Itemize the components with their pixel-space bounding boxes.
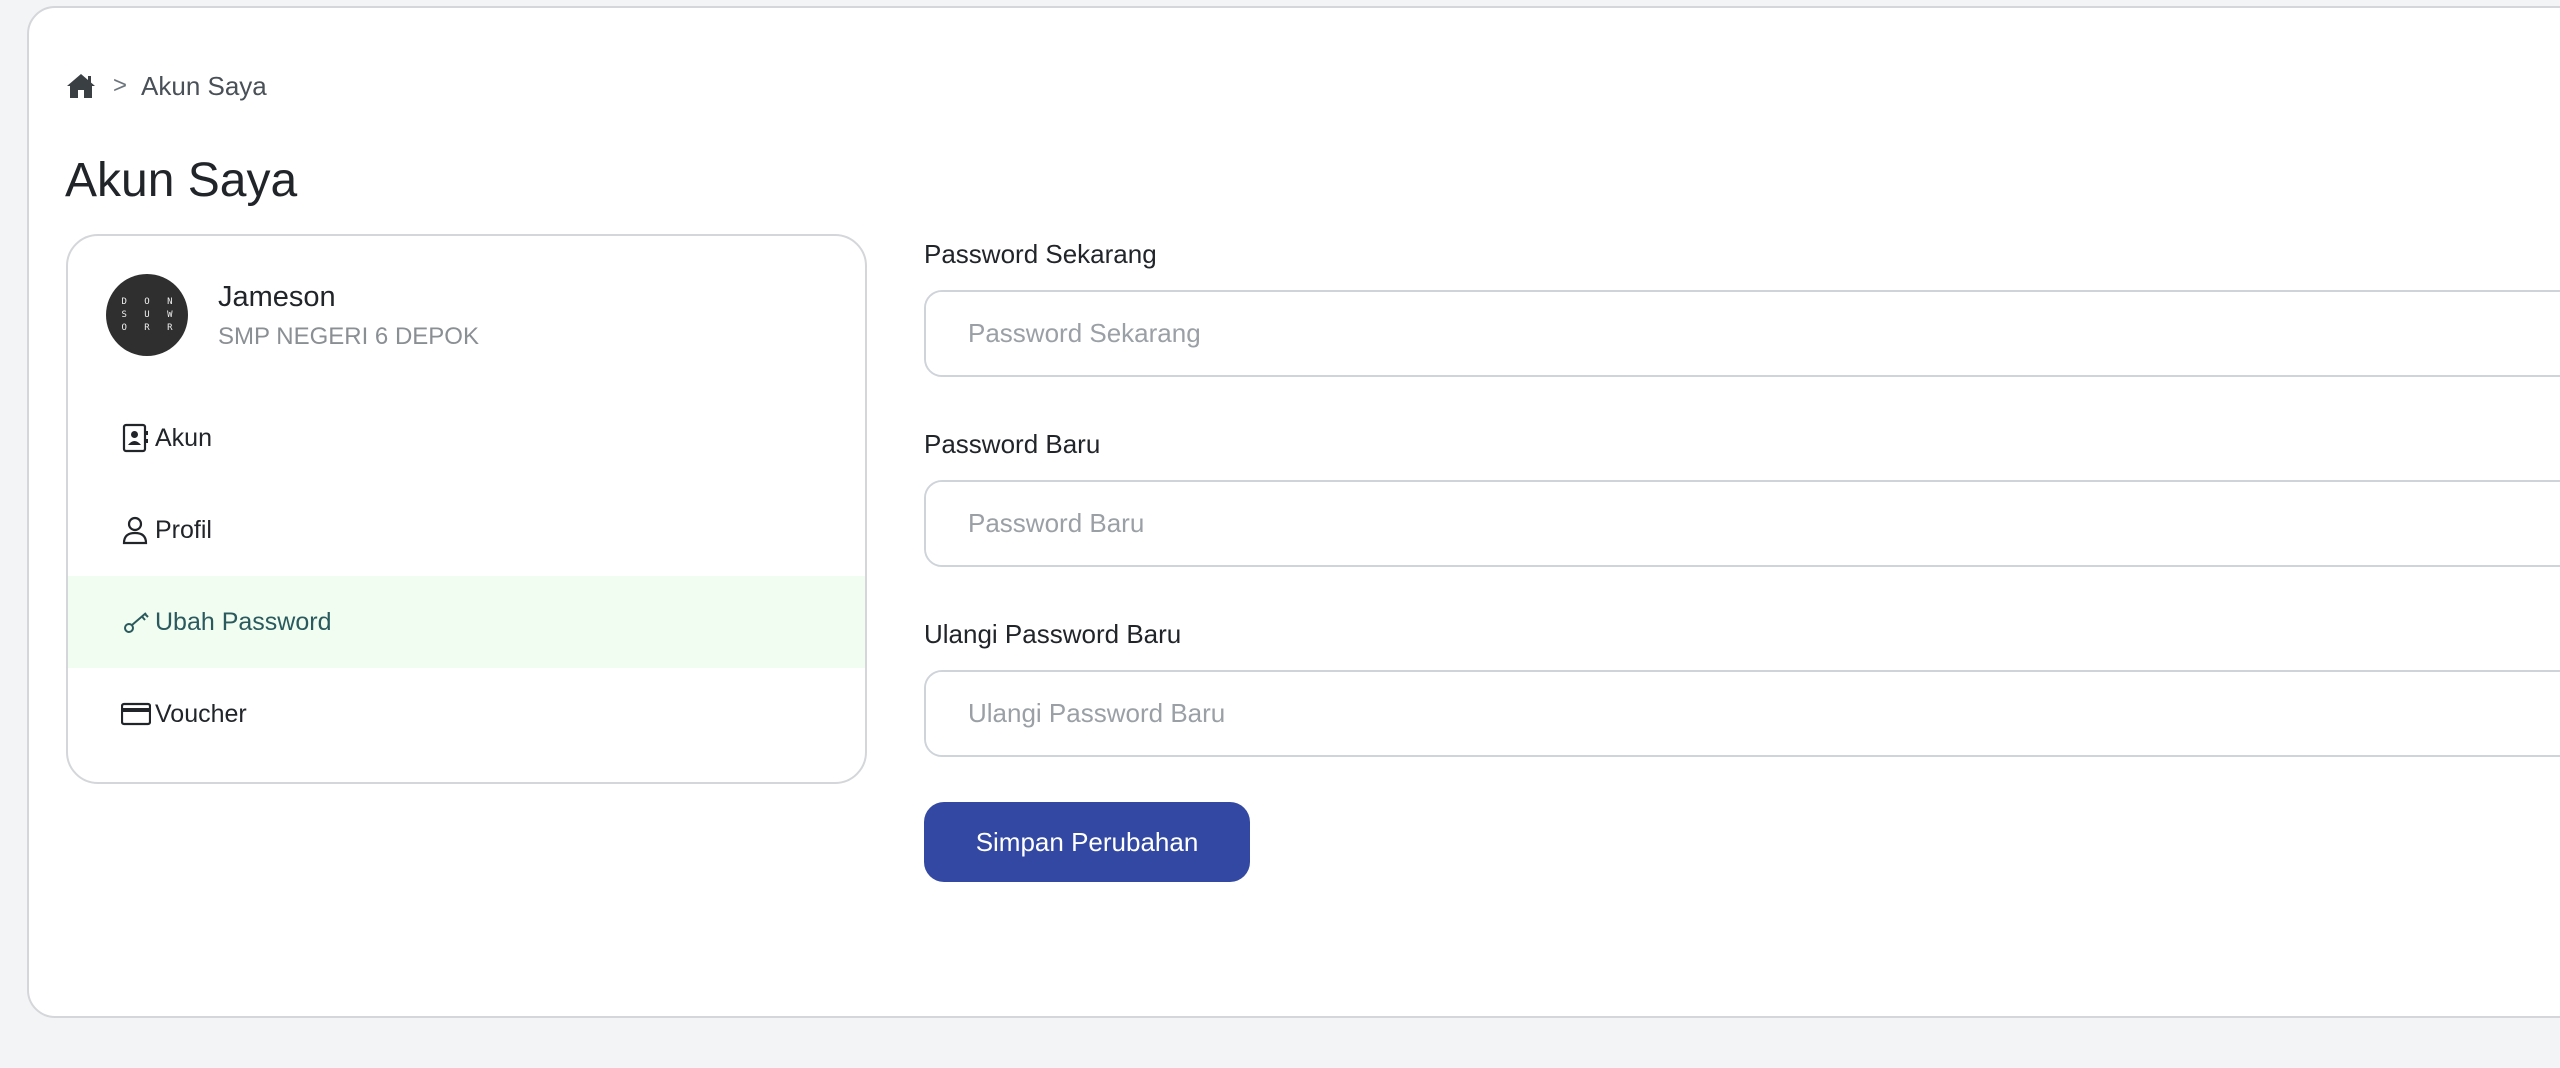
new-password-group: [924, 480, 2560, 567]
new-password-block: Password Baru: [924, 426, 2560, 616]
breadcrumb-separator: >: [113, 72, 128, 99]
avatar-text-line: D O N: [121, 297, 179, 307]
profile-card: D O N S U W O R R Jameson SMP NEGERI 6 D…: [66, 234, 867, 784]
menu-item-profil[interactable]: Profil: [68, 484, 865, 576]
menu-item-label: Ubah Password: [155, 607, 332, 636]
change-password-form: Password Sekarang Password Baru Ulangi P…: [924, 236, 2560, 882]
menu-item-label: Profil: [155, 515, 212, 544]
home-icon[interactable]: [65, 72, 97, 100]
menu-item-voucher[interactable]: Voucher: [68, 668, 865, 760]
user-name: Jameson: [218, 281, 336, 313]
page-title: Akun Saya: [65, 154, 298, 207]
avatar-text-line: O R R: [121, 323, 179, 333]
save-button[interactable]: Simpan Perubahan: [924, 802, 1250, 882]
current-password-label: Password Sekarang: [924, 239, 1157, 269]
avatar: D O N S U W O R R: [106, 274, 188, 356]
new-password-label: Password Baru: [924, 429, 1101, 459]
user-school: SMP NEGERI 6 DEPOK: [218, 323, 479, 350]
menu-item-akun[interactable]: Akun: [68, 392, 865, 484]
current-password-block: Password Sekarang: [924, 236, 2560, 426]
account-menu: Akun Profil Ubah Password Voucher: [68, 392, 865, 760]
avatar-text-line: S U W: [121, 310, 179, 320]
key-icon: [124, 612, 149, 633]
menu-item-label: Akun: [155, 423, 212, 452]
credit-card-icon: [121, 702, 151, 726]
repeat-password-input[interactable]: [926, 672, 2560, 755]
user-header: D O N S U W O R R Jameson SMP NEGERI 6 D…: [106, 274, 479, 356]
menu-item-ubah-password[interactable]: Ubah Password: [68, 576, 865, 668]
current-password-group: [924, 290, 2560, 377]
breadcrumb: > Akun Saya: [65, 68, 267, 104]
repeat-password-label: Ulangi Password Baru: [924, 619, 1182, 649]
repeat-password-block: Ulangi Password Baru: [924, 616, 2560, 806]
new-password-input[interactable]: [926, 482, 2560, 565]
current-password-input[interactable]: [926, 292, 2560, 375]
repeat-password-group: [924, 670, 2560, 757]
contact-card-icon: [122, 423, 148, 453]
person-icon: [122, 516, 148, 545]
menu-item-label: Voucher: [155, 699, 247, 728]
breadcrumb-current: Akun Saya: [141, 70, 267, 101]
user-info: Jameson SMP NEGERI 6 DEPOK: [218, 278, 479, 352]
